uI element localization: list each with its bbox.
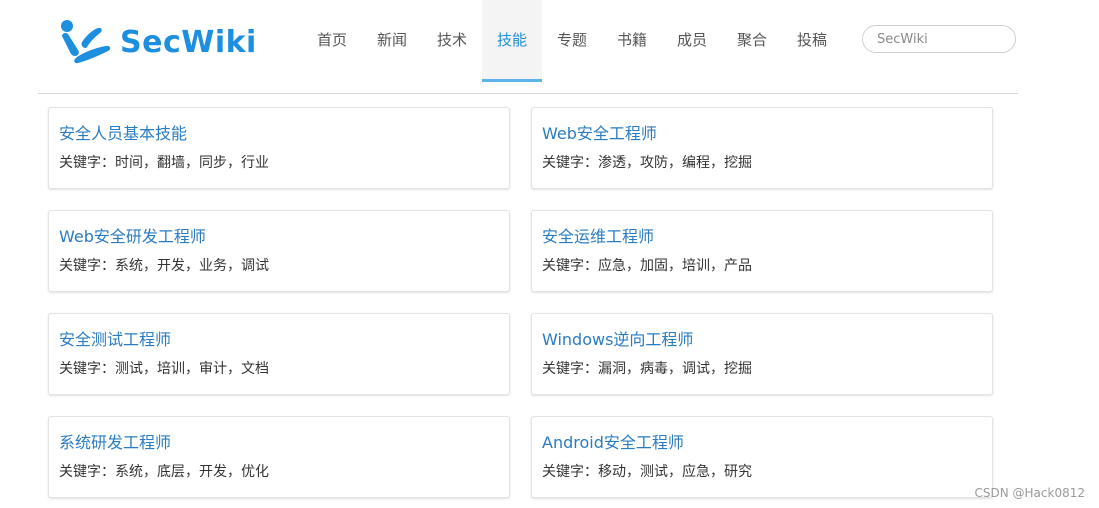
skill-card-title[interactable]: Web安全研发工程师 (59, 223, 206, 247)
skill-card: Windows逆向工程师 关键字：漏洞，病毒，调试，挖掘 (531, 313, 993, 395)
skill-card-keywords: 关键字：系统，底层，开发，优化 (59, 464, 269, 480)
skill-card-title[interactable]: Windows逆向工程师 (542, 326, 693, 350)
skill-card: Android安全工程师 关键字：移动，测试，应急，研究 (531, 416, 993, 498)
skill-card-title[interactable]: 系统研发工程师 (59, 429, 171, 453)
nav-item-aggregate[interactable]: 聚合 (722, 0, 782, 82)
skill-card-title[interactable]: 安全测试工程师 (59, 326, 171, 350)
skill-card-title[interactable]: Android安全工程师 (542, 429, 684, 453)
nav-item-submit[interactable]: 投稿 (782, 0, 842, 82)
skill-card-keywords: 关键字：应急，加固，培训，产品 (542, 258, 752, 274)
skill-card: 安全运维工程师 关键字：应急，加固，培训，产品 (531, 210, 993, 292)
nav-item-news[interactable]: 新闻 (362, 0, 422, 82)
skill-card: 系统研发工程师 关键字：系统，底层，开发，优化 (48, 416, 510, 498)
skill-card-keywords: 关键字：渗透，攻防，编程，挖掘 (542, 155, 752, 171)
watermark: CSDN @Hack0812 (974, 486, 1086, 500)
skill-card-title[interactable]: Web安全工程师 (542, 120, 657, 144)
skill-card-keywords: 关键字：测试，培训，审计，文档 (59, 361, 269, 377)
main-nav: 首页 新闻 技术 技能 专题 书籍 成员 聚合 投稿 (302, 0, 842, 82)
search-input[interactable] (862, 25, 1016, 53)
site-header: SecWiki 首页 新闻 技术 技能 专题 书籍 成员 聚合 投稿 (38, 0, 1018, 94)
skill-card-keywords: 关键字：系统，开发，业务，调试 (59, 258, 269, 274)
logo-icon (61, 20, 111, 64)
secwiki-logo[interactable]: SecWiki (60, 20, 257, 64)
skill-card: Web安全工程师 关键字：渗透，攻防，编程，挖掘 (531, 107, 993, 189)
skill-card: Web安全研发工程师 关键字：系统，开发，业务，调试 (48, 210, 510, 292)
nav-item-topics[interactable]: 专题 (542, 0, 602, 82)
skill-card-keywords: 关键字：漏洞，病毒，调试，挖掘 (542, 361, 752, 377)
skill-card-keywords: 关键字：移动，测试，应急，研究 (542, 464, 752, 480)
skill-card-keywords: 关键字：时间，翻墙，同步，行业 (59, 155, 269, 171)
nav-item-books[interactable]: 书籍 (602, 0, 662, 82)
skill-card: 安全人员基本技能 关键字：时间，翻墙，同步，行业 (48, 107, 510, 189)
skill-card-title[interactable]: 安全运维工程师 (542, 223, 654, 247)
nav-item-home[interactable]: 首页 (302, 0, 362, 82)
nav-item-tech[interactable]: 技术 (422, 0, 482, 82)
nav-item-members[interactable]: 成员 (662, 0, 722, 82)
skill-card-title[interactable]: 安全人员基本技能 (59, 120, 187, 144)
brand-name: SecWiki (120, 24, 257, 60)
skill-card: 安全测试工程师 关键字：测试，培训，审计，文档 (48, 313, 510, 395)
nav-item-skills[interactable]: 技能 (482, 0, 542, 82)
